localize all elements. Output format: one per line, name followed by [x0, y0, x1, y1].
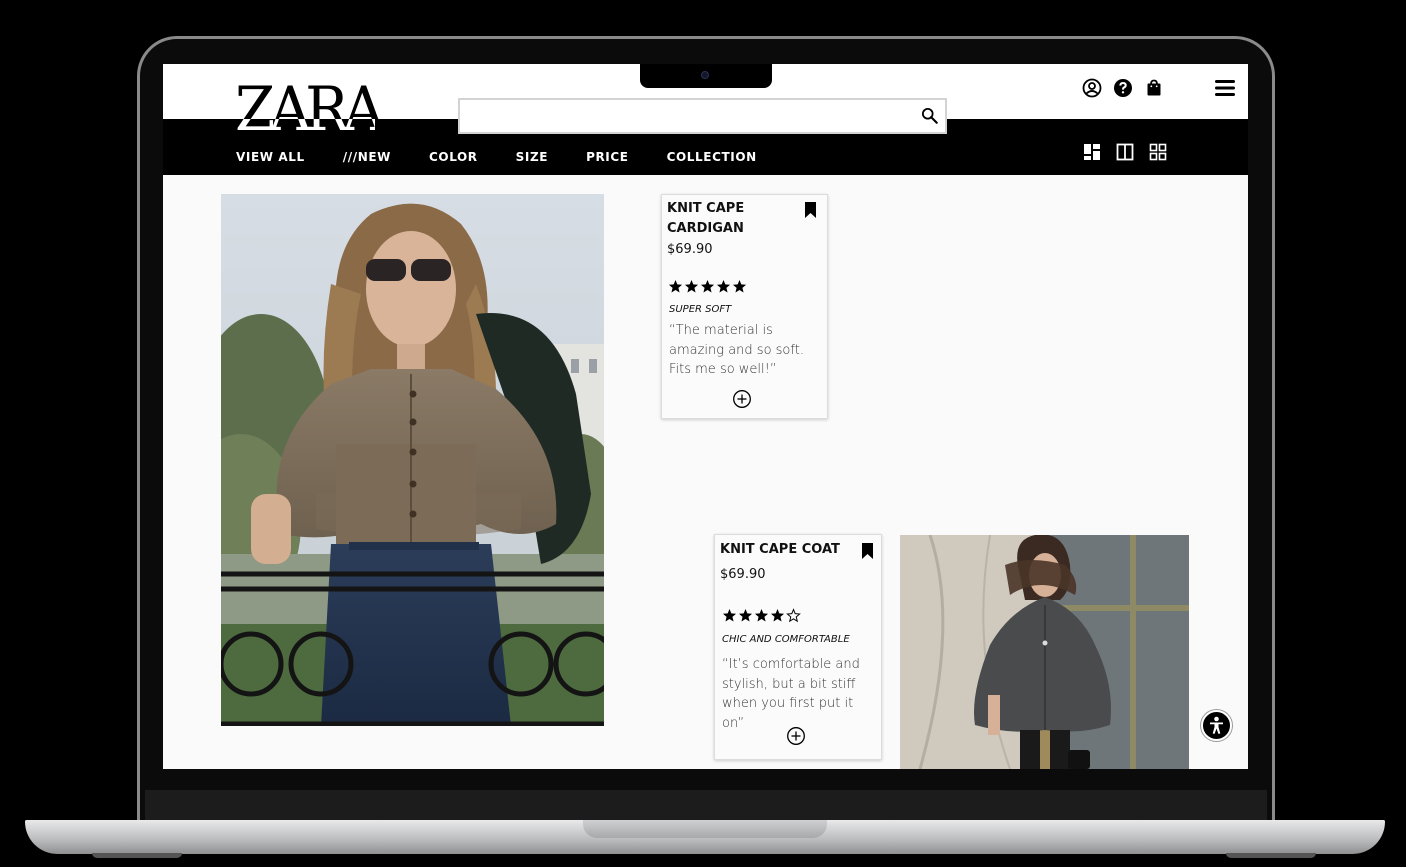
star-filled-icon: [668, 279, 683, 294]
product-card-cardigan[interactable]: KNIT CAPE CARDIGAN $69.90 SUPER SOFT “Th…: [661, 194, 828, 419]
camera-icon: [701, 71, 709, 79]
star-filled-icon: [722, 608, 737, 623]
help-icon[interactable]: [1113, 78, 1133, 98]
laptop-foot-right: [1226, 853, 1316, 858]
camera-notch: [640, 64, 772, 88]
review-line: Fits me so well!”: [669, 362, 777, 377]
mosaic-view-icon[interactable]: [1083, 143, 1101, 161]
nav-color[interactable]: COLOR: [429, 150, 478, 164]
laptop-base-notch: [583, 820, 827, 838]
review-text: “It’s comfortable and stylish, but a bit…: [722, 655, 860, 733]
bookmark-icon[interactable]: [862, 543, 873, 559]
nav-view-all[interactable]: VIEW ALL: [236, 150, 305, 164]
product-price: $69.90: [720, 567, 766, 582]
nav-collection[interactable]: COLLECTION: [667, 150, 757, 164]
browser-screen: ZARA ZARA VIEW ALL ///NEW COLOR SIZE PRI…: [163, 64, 1248, 769]
review-line: when you first put it: [722, 696, 854, 711]
star-filled-icon: [738, 608, 753, 623]
nav-new[interactable]: ///NEW: [343, 150, 391, 164]
product-card-cape-coat[interactable]: KNIT CAPE COAT $69.90 CHIC AND COMFORTAB…: [714, 534, 882, 760]
star-empty-icon: [786, 608, 801, 623]
product-name-line2: CARDIGAN: [667, 221, 744, 236]
star-filled-icon: [684, 279, 699, 294]
star-filled-icon: [700, 279, 715, 294]
rating-stars: [668, 279, 747, 294]
nav-price[interactable]: PRICE: [586, 150, 629, 164]
star-filled-icon: [754, 608, 769, 623]
review-line: amazing and so soft.: [669, 342, 804, 358]
header-icons: [1082, 78, 1164, 98]
zara-logo-overlap: ZARA: [235, 119, 375, 140]
two-column-view-icon[interactable]: [1116, 143, 1134, 161]
search-bar[interactable]: [458, 98, 947, 134]
rating-stars: [722, 608, 801, 623]
view-mode-toggle: [1083, 143, 1167, 161]
grid-view-icon[interactable]: [1149, 143, 1167, 161]
product-name-line1: KNIT CAPE: [667, 201, 745, 216]
product-price: $69.90: [667, 242, 713, 257]
category-nav: VIEW ALL ///NEW COLOR SIZE PRICE COLLECT…: [236, 150, 795, 164]
laptop-chin: [145, 790, 1267, 824]
star-filled-icon: [732, 279, 747, 294]
review-title: SUPER SOFT: [669, 304, 732, 315]
accessibility-icon: [1210, 716, 1223, 734]
bookmark-icon[interactable]: [805, 202, 816, 218]
accessibility-button[interactable]: [1201, 710, 1232, 741]
review-title: CHIC AND COMFORTABLE: [722, 634, 850, 645]
add-to-cart-plus-icon[interactable]: [732, 389, 752, 409]
star-filled-icon: [770, 608, 785, 623]
review-line: stylish, but a bit stiff: [722, 676, 856, 692]
review-line: “It’s comfortable and: [722, 657, 860, 672]
nav-size[interactable]: SIZE: [516, 150, 548, 164]
menu-icon[interactable]: [1215, 79, 1235, 97]
shopping-bag-icon[interactable]: [1144, 78, 1164, 98]
laptop-foot-left: [92, 853, 182, 858]
search-icon[interactable]: [921, 107, 939, 125]
product-image-cardigan[interactable]: [221, 194, 604, 726]
product-name: KNIT CAPE COAT: [720, 542, 840, 557]
star-filled-icon: [716, 279, 731, 294]
account-icon[interactable]: [1082, 78, 1102, 98]
search-input[interactable]: [466, 104, 906, 128]
add-to-cart-plus-icon[interactable]: [786, 726, 806, 746]
review-line: “The material is: [669, 323, 773, 338]
review-text: “The material is amazing and so soft. Fi…: [669, 321, 804, 380]
product-image-cape-coat[interactable]: [900, 535, 1189, 769]
